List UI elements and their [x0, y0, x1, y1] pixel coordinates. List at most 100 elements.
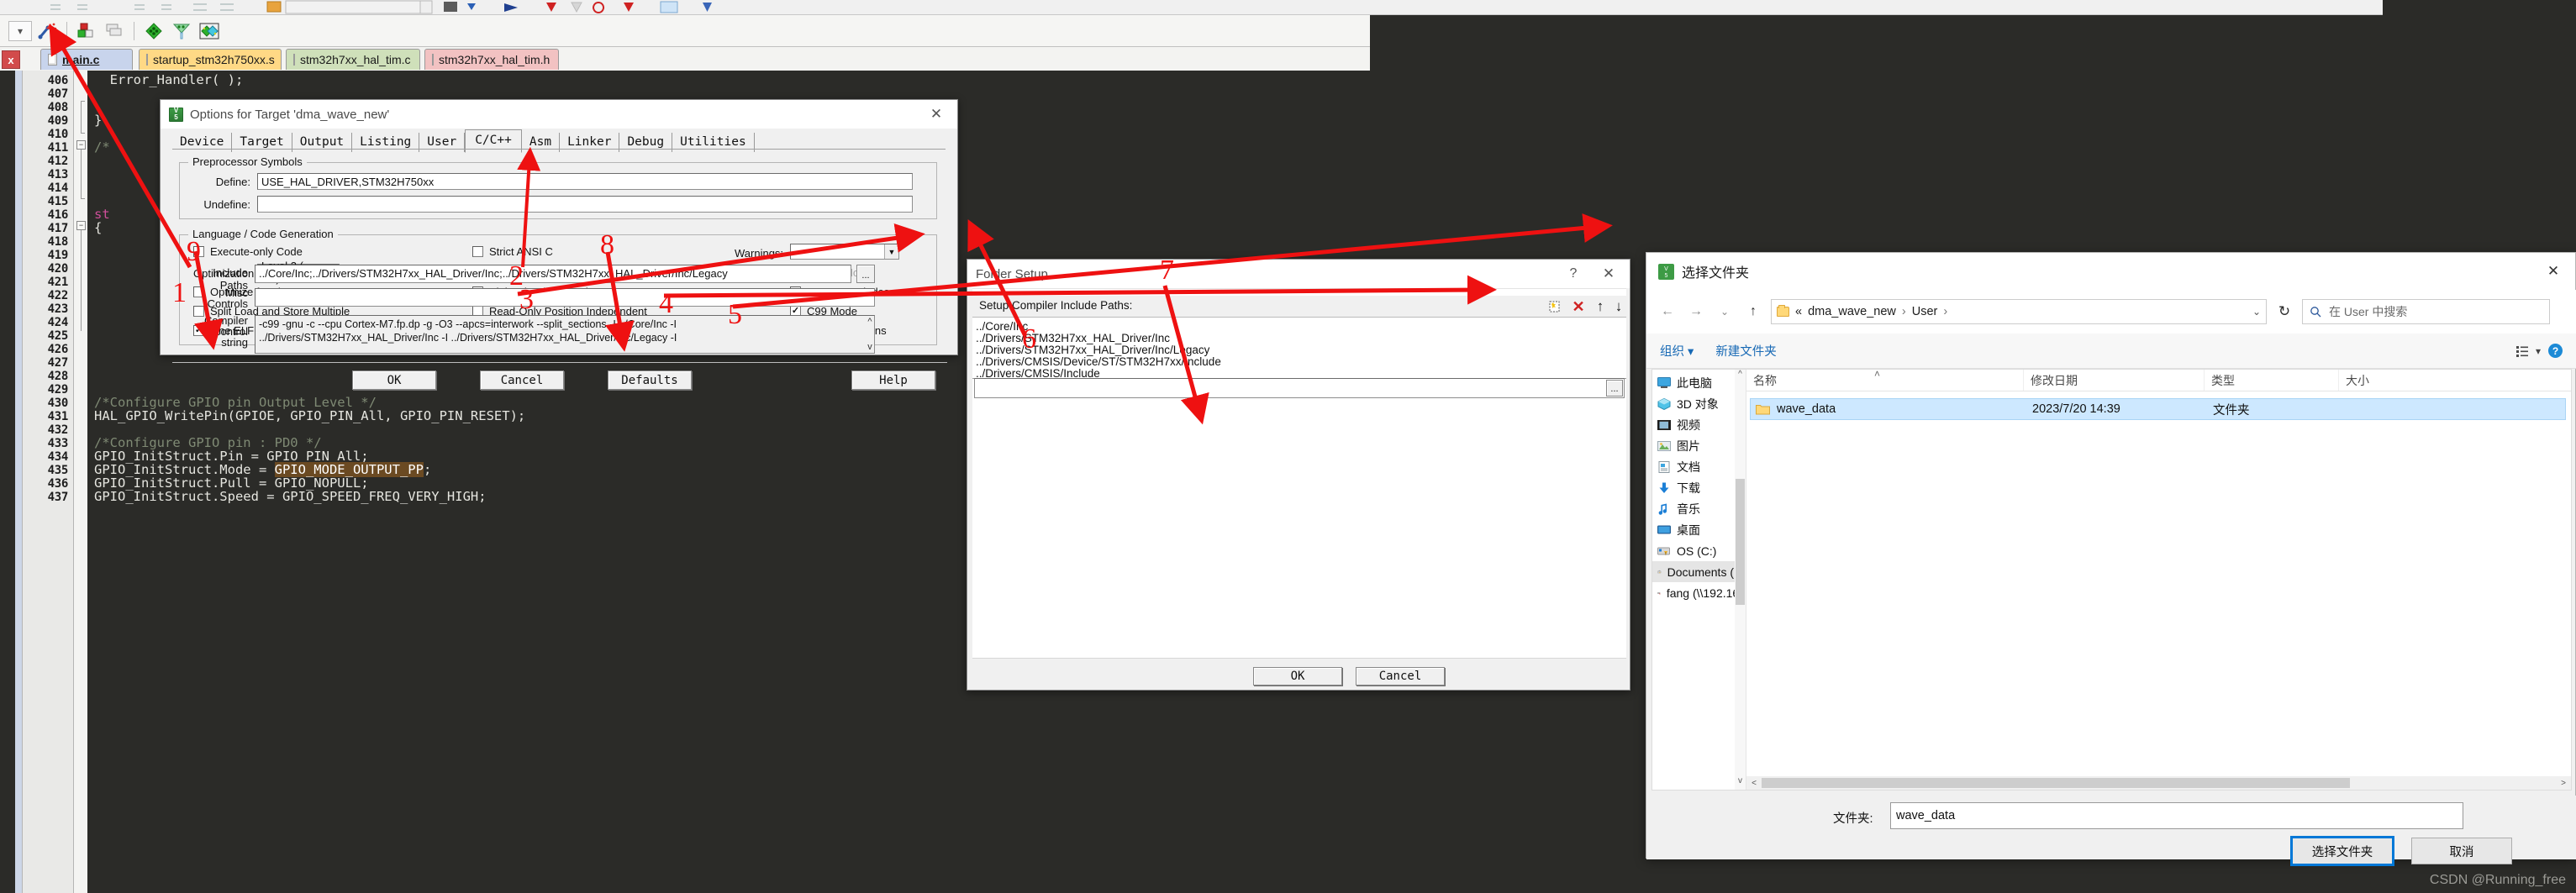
- scroll-up-icon[interactable]: ^: [1735, 370, 1746, 383]
- forward-icon[interactable]: →: [1685, 301, 1707, 323]
- explorer-command-bar[interactable]: 组织 ▾ 新建文件夹 ▾ ?: [1646, 334, 2576, 369]
- tab-main-c[interactable]: main.c: [40, 49, 133, 70]
- compiler-string-scrollbar[interactable]: ^ v: [865, 317, 875, 352]
- batch-build-icon[interactable]: [102, 19, 127, 43]
- organize-button[interactable]: 组织 ▾: [1660, 342, 1694, 360]
- sidebar-item-desktop[interactable]: 桌面: [1652, 519, 1746, 540]
- cancel-button[interactable]: 取消: [2411, 838, 2512, 864]
- view-layout-icon[interactable]: [2515, 344, 2529, 358]
- folder-setup-cancel-button[interactable]: Cancel: [1356, 667, 1445, 686]
- select-folder-button[interactable]: 选择文件夹: [2290, 836, 2394, 866]
- include-paths-browse-button[interactable]: ...: [856, 265, 875, 283]
- recent-locations-icon[interactable]: ⌄: [1714, 301, 1736, 323]
- view-caret-icon[interactable]: ▾: [2536, 345, 2541, 357]
- options-help-button[interactable]: Help: [851, 370, 935, 390]
- delete-path-icon[interactable]: ✕: [1569, 298, 1588, 315]
- folder-setup-dialog[interactable]: Folder Setup ? ✕ Setup Compiler Include …: [967, 259, 1630, 691]
- move-up-icon[interactable]: ↑: [1591, 298, 1609, 315]
- configure-icon[interactable]: [197, 19, 222, 43]
- tab-hal-tim-h[interactable]: stm32h7xx_hal_tim.h: [424, 49, 559, 70]
- folder-setup-ok-button[interactable]: OK: [1253, 667, 1342, 686]
- select-folder-dialog[interactable]: V 5 选择文件夹 ✕ ← → ⌄ ↑ « dma_wave_new › Use…: [1646, 252, 2576, 866]
- back-icon[interactable]: ←: [1657, 301, 1678, 323]
- new-path-edit-input[interactable]: [974, 378, 1625, 398]
- new-path-icon[interactable]: [1546, 298, 1564, 315]
- scroll-right-icon[interactable]: >: [2556, 779, 2571, 788]
- scrollbar-thumb[interactable]: [1736, 479, 1745, 605]
- undefine-input[interactable]: [257, 196, 913, 213]
- sidebar-item-network-fang[interactable]: fang (\\192.168: [1652, 582, 1746, 603]
- breadcrumb-item-dma-wave-new[interactable]: dma_wave_new: [1808, 305, 1896, 318]
- warnings-select[interactable]: ▼: [790, 244, 899, 260]
- ide-upper-toolbar[interactable]: [0, 0, 2383, 15]
- column-header-date[interactable]: 修改日期: [2024, 370, 2205, 391]
- close-icon[interactable]: ✕: [919, 102, 954, 127]
- close-icon[interactable]: x: [2, 50, 20, 69]
- sidebar-item-pictures[interactable]: 图片: [1652, 435, 1746, 456]
- sidebar-item-downloads[interactable]: 下载: [1652, 477, 1746, 498]
- file-list-horizontal-scrollbar[interactable]: < >: [1746, 776, 2571, 790]
- new-folder-button[interactable]: 新建文件夹: [1715, 342, 1777, 360]
- breadcrumb[interactable]: « dma_wave_new › User › ⌄: [1771, 299, 2267, 324]
- explorer-sidebar[interactable]: 此电脑 3D 对象 视频 图片 文档 下载 音乐 桌面 ! OS (C:) Do…: [1652, 370, 1746, 790]
- sidebar-item-videos[interactable]: 视频: [1652, 414, 1746, 435]
- misc-controls-input[interactable]: [255, 288, 875, 307]
- tab-hal-tim-c[interactable]: stm32h7xx_hal_tim.c: [286, 49, 420, 70]
- file-list-header[interactable]: 名称 ˄ 修改日期 类型 大小: [1746, 368, 2571, 391]
- dropdown-caret-icon[interactable]: ▾: [8, 20, 32, 41]
- fold-toggle[interactable]: −: [76, 140, 86, 150]
- path-list-item[interactable]: ../Core/Inc: [976, 321, 1626, 333]
- path-list-item[interactable]: ../Drivers/STM32H7xx_HAL_Driver/Inc: [976, 333, 1626, 344]
- include-paths-list[interactable]: ../Core/Inc ../Drivers/STM32H7xx_HAL_Dri…: [972, 318, 1626, 379]
- sidebar-item-this-pc[interactable]: 此电脑: [1652, 372, 1746, 393]
- scrollbar-thumb[interactable]: [1762, 778, 2350, 788]
- close-icon[interactable]: ✕: [1591, 261, 1626, 286]
- column-header-size[interactable]: 大小: [2339, 370, 2465, 391]
- breadcrumb-item-user[interactable]: User: [1912, 305, 1938, 318]
- folder-name-input[interactable]: wave_data: [1890, 802, 2463, 829]
- build-wizard-icon[interactable]: [34, 19, 60, 43]
- table-row[interactable]: wave_data 2023/7/20 14:39 文件夹: [1750, 398, 2566, 420]
- translate-icon[interactable]: [141, 19, 166, 43]
- explorer-file-list[interactable]: 名称 ˄ 修改日期 类型 大小 wave_data 2023/7/20 14:3…: [1746, 368, 2571, 790]
- checkbox-strict-ansi-c[interactable]: Strict ANSI C: [472, 245, 553, 258]
- explorer-titlebar[interactable]: V 5 选择文件夹 ✕: [1646, 253, 2575, 290]
- scroll-down-icon[interactable]: v: [867, 342, 872, 352]
- scroll-left-icon[interactable]: <: [1746, 779, 1762, 788]
- help-icon[interactable]: ?: [2547, 343, 2563, 359]
- column-header-name[interactable]: 名称 ˄: [1746, 368, 2024, 391]
- path-list-item[interactable]: ../Drivers/STM32H7xx_HAL_Driver/Inc/Lega…: [976, 344, 1626, 356]
- options-defaults-button[interactable]: Defaults: [608, 370, 692, 390]
- options-dialog-titlebar[interactable]: V5 Options for Target 'dma_wave_new' ✕: [161, 100, 957, 129]
- define-input[interactable]: USE_HAL_DRIVER,STM32H750xx: [257, 173, 913, 190]
- sidebar-item-documents-d[interactable]: Documents (D:: [1652, 561, 1746, 582]
- help-icon[interactable]: ?: [1562, 261, 1584, 286]
- breadcrumb-dropdown-icon[interactable]: ⌄: [2252, 306, 2261, 318]
- close-icon[interactable]: ✕: [2531, 255, 2575, 288]
- options-cancel-button[interactable]: Cancel: [480, 370, 564, 390]
- refresh-icon[interactable]: ↻: [2273, 301, 2295, 323]
- sidebar-item-music[interactable]: 音乐: [1652, 498, 1746, 519]
- code-folding-column[interactable]: − −: [74, 71, 87, 893]
- folder-setup-titlebar[interactable]: Folder Setup ? ✕: [967, 260, 1630, 288]
- compiler-control-string-value[interactable]: -c99 -gnu -c --cpu Cortex-M7.fp.dp -g -O…: [255, 315, 875, 354]
- scroll-down-icon[interactable]: v: [1735, 776, 1746, 790]
- options-for-target-dialog[interactable]: V5 Options for Target 'dma_wave_new' ✕ D…: [160, 99, 958, 390]
- search-input[interactable]: 在 User 中搜索: [2302, 299, 2550, 324]
- chevron-down-icon[interactable]: ▼: [884, 244, 898, 259]
- sidebar-item-3d-objects[interactable]: 3D 对象: [1652, 393, 1746, 414]
- checkbox-execute-only-code[interactable]: Execute-only Code: [193, 245, 303, 258]
- scroll-up-icon[interactable]: ^: [867, 317, 872, 327]
- tab-startup-s[interactable]: startup_stm32h750xx.s: [139, 49, 282, 70]
- ide-main-toolbar[interactable]: ▾: [0, 15, 1370, 47]
- include-paths-input[interactable]: ../Core/Inc;../Drivers/STM32H7xx_HAL_Dri…: [255, 265, 851, 283]
- options-ok-button[interactable]: OK: [352, 370, 436, 390]
- sidebar-scrollbar[interactable]: ^ v: [1735, 370, 1746, 790]
- build-target-icon[interactable]: [74, 19, 99, 43]
- sidebar-item-documents[interactable]: 文档: [1652, 456, 1746, 477]
- move-down-icon[interactable]: ↓: [1609, 298, 1628, 315]
- column-header-type[interactable]: 类型: [2205, 370, 2339, 391]
- new-path-browse-button[interactable]: ...: [1606, 380, 1623, 397]
- up-icon[interactable]: ↑: [1742, 301, 1764, 323]
- explorer-navigation-bar[interactable]: ← → ⌄ ↑ « dma_wave_new › User › ⌄ ↻ 在 Us…: [1646, 290, 2576, 334]
